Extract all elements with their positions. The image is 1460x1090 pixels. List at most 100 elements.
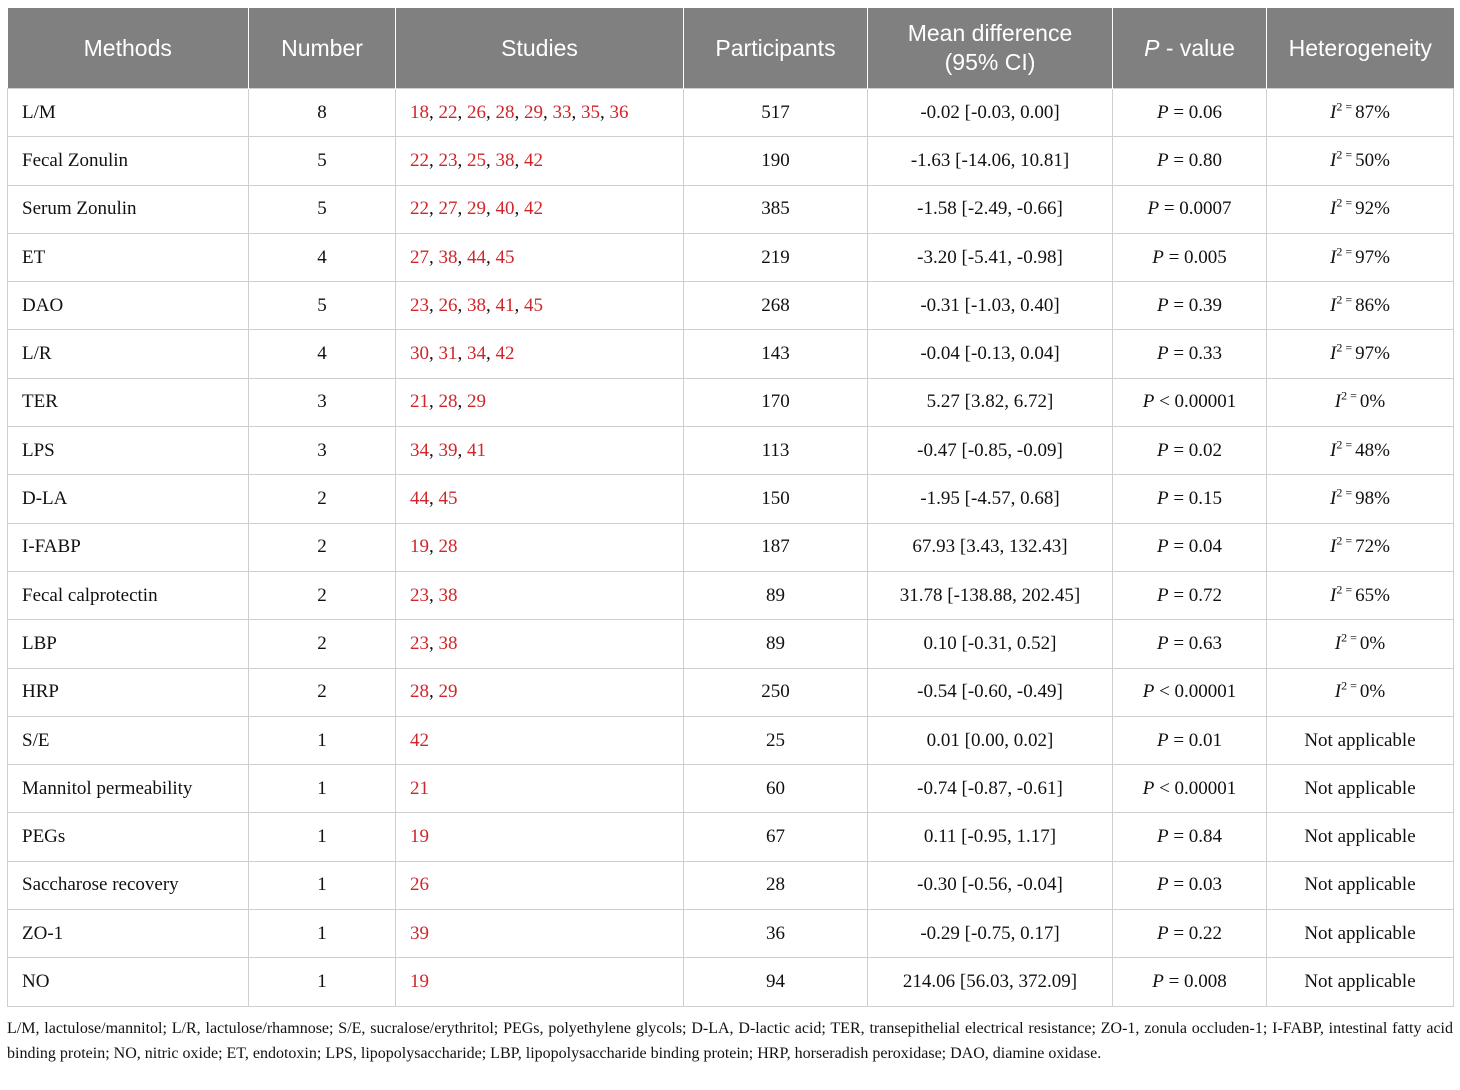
cell-heterogeneity: I2 = 65% [1266, 570, 1454, 621]
study-reference-link[interactable]: 42 [410, 730, 429, 751]
p-operator: = [1168, 874, 1189, 896]
heterogeneity-value: 48% [1355, 439, 1390, 461]
cell-p-value: P = 0.39 [1112, 281, 1267, 331]
cell-number: 1 [248, 860, 396, 911]
study-reference-link[interactable]: 29 [467, 198, 486, 219]
table-row: PEGs 1 19 67 0.11 [-0.95, 1.17] P = 0.84 Not a… [7, 812, 1454, 862]
study-reference-link[interactable]: 23 [410, 295, 429, 316]
study-reference-link[interactable]: 26 [439, 295, 458, 316]
i-squared-equals: = [1342, 533, 1356, 548]
study-reference-link[interactable]: 40 [496, 198, 515, 219]
study-reference-link[interactable]: 38 [467, 295, 486, 316]
p-operator: = [1159, 198, 1180, 220]
study-reference-link[interactable]: 38 [439, 633, 458, 654]
header-p-symbol: P [1144, 34, 1160, 61]
study-reference-link[interactable]: 27 [410, 247, 429, 268]
study-reference-link[interactable]: 42 [496, 343, 515, 364]
study-separator: , [486, 294, 496, 316]
cell-method: HRP [7, 667, 249, 717]
study-reference-link[interactable]: 22 [439, 102, 458, 123]
study-separator: , [486, 343, 496, 365]
study-reference-link[interactable]: 45 [496, 247, 515, 268]
p-operator: = [1168, 343, 1189, 365]
study-reference-link[interactable]: 44 [410, 488, 429, 509]
cell-number: 3 [248, 426, 396, 476]
study-reference-link[interactable]: 29 [467, 391, 486, 412]
cell-heterogeneity: Not applicable [1266, 860, 1454, 911]
cell-p-value: P = 0.005 [1112, 232, 1267, 283]
table-row: Serum Zonulin 5 22, 27, 29, 40, 42 385 -1.58… [7, 184, 1454, 234]
study-reference-link[interactable]: 21 [410, 391, 429, 412]
study-reference-link[interactable]: 42 [524, 150, 543, 171]
header-participants: Participants [683, 8, 868, 89]
cell-heterogeneity: I2 = 0% [1266, 667, 1454, 717]
study-separator: , [429, 198, 439, 220]
study-reference-link[interactable]: 41 [467, 440, 486, 461]
study-reference-link[interactable]: 22 [410, 198, 429, 219]
study-reference-link[interactable]: 28 [410, 681, 429, 702]
study-reference-link[interactable]: 42 [524, 198, 543, 219]
study-reference-link[interactable]: 21 [410, 778, 429, 799]
cell-participants: 250 [683, 667, 868, 717]
study-reference-link[interactable]: 28 [496, 102, 515, 123]
study-reference-link[interactable]: 39 [410, 923, 429, 944]
study-reference-link[interactable]: 28 [439, 536, 458, 557]
study-reference-link[interactable]: 41 [496, 295, 515, 316]
study-reference-link[interactable]: 44 [467, 247, 486, 268]
cell-heterogeneity: I2 = 72% [1266, 522, 1454, 572]
cell-heterogeneity: Not applicable [1266, 715, 1454, 766]
p-operator: = [1163, 970, 1185, 992]
study-reference-link[interactable]: 30 [410, 343, 429, 364]
p-symbol: P [1156, 488, 1169, 510]
study-reference-link[interactable]: 34 [467, 343, 486, 364]
study-separator: , [429, 536, 439, 558]
study-separator: , [429, 681, 439, 703]
cell-method: S/E [7, 715, 249, 766]
study-reference-link[interactable]: 33 [553, 102, 572, 123]
study-reference-link[interactable]: 35 [581, 102, 600, 123]
cell-number: 5 [248, 136, 396, 186]
p-value: 0.008 [1184, 970, 1227, 992]
study-reference-link[interactable]: 23 [410, 633, 429, 654]
study-reference-link[interactable]: 38 [439, 247, 458, 268]
study-reference-link[interactable]: 39 [439, 440, 458, 461]
study-reference-link[interactable]: 25 [467, 150, 486, 171]
cell-heterogeneity: I2 = 98% [1266, 474, 1454, 524]
study-reference-link[interactable]: 26 [410, 874, 429, 895]
cell-p-value: P = 0.15 [1112, 474, 1267, 524]
study-reference-link[interactable]: 27 [439, 198, 458, 219]
study-separator: , [429, 632, 439, 654]
study-reference-link[interactable]: 19 [410, 826, 429, 847]
cell-p-value: P = 0.06 [1112, 87, 1267, 138]
study-reference-link[interactable]: 18 [410, 102, 429, 123]
study-reference-link[interactable]: 29 [524, 102, 543, 123]
study-reference-link[interactable]: 34 [410, 440, 429, 461]
study-reference-link[interactable]: 23 [410, 585, 429, 606]
study-reference-link[interactable]: 38 [496, 150, 515, 171]
cell-heterogeneity: I2 = 97% [1266, 329, 1454, 379]
study-separator: , [457, 439, 467, 461]
study-reference-link[interactable]: 26 [467, 102, 486, 123]
cell-method: Saccharose recovery [7, 860, 249, 911]
study-reference-link[interactable]: 29 [439, 681, 458, 702]
study-reference-link[interactable]: 22 [410, 150, 429, 171]
i-squared-equals: = [1342, 582, 1356, 597]
study-reference-link[interactable]: 45 [439, 488, 458, 509]
cell-studies: 19 [395, 957, 684, 1007]
study-reference-link[interactable]: 28 [439, 391, 458, 412]
p-symbol: P [1142, 777, 1155, 799]
heterogeneity-value: 87% [1355, 101, 1390, 123]
study-reference-link[interactable]: 36 [610, 102, 629, 123]
study-reference-link[interactable]: 31 [439, 343, 458, 364]
study-reference-link[interactable]: 23 [439, 150, 458, 171]
i-squared-equals: = [1342, 244, 1356, 259]
cell-number: 1 [248, 909, 396, 959]
study-reference-link[interactable]: 45 [524, 295, 543, 316]
i-squared-equals: = [1347, 389, 1360, 404]
study-reference-link[interactable]: 19 [410, 536, 429, 557]
cell-studies: 22, 23, 25, 38, 42 [395, 136, 684, 186]
study-separator: , [457, 149, 467, 171]
cell-mean-difference: -0.74 [-0.87, -0.61] [867, 764, 1113, 814]
study-reference-link[interactable]: 19 [410, 971, 429, 992]
study-reference-link[interactable]: 38 [439, 585, 458, 606]
